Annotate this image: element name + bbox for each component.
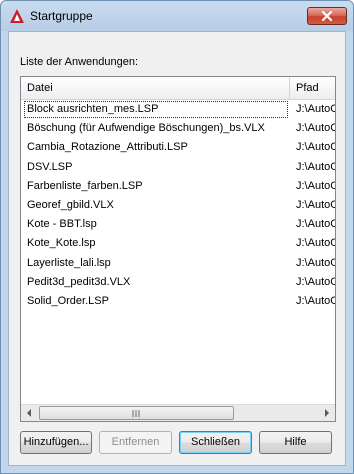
applications-listview[interactable]: Datei Pfad Block ausrichten_mes.LSP J:\A… bbox=[20, 76, 336, 422]
list-item-file: Layerliste_lali.lsp bbox=[27, 256, 111, 269]
list-item-path: J:\AutoC bbox=[296, 198, 335, 211]
column-header-path[interactable]: Pfad bbox=[290, 77, 335, 99]
close-dialog-button[interactable]: Schließen bbox=[179, 431, 252, 454]
list-item-path: J:\AutoC bbox=[296, 141, 335, 154]
list-item-path: J:\AutoC bbox=[296, 275, 335, 288]
list-item[interactable]: Kote_Kote.lsp J:\AutoC bbox=[21, 234, 335, 253]
dialog-body: Liste der Anwendungen: Datei Pfad Block … bbox=[8, 31, 346, 466]
column-header-file[interactable]: Datei bbox=[21, 77, 290, 99]
list-item-path: J:\AutoC bbox=[296, 237, 335, 250]
list-item-path: J:\AutoC bbox=[296, 122, 335, 135]
window-title: Startgruppe bbox=[30, 9, 93, 23]
horizontal-scrollbar[interactable] bbox=[21, 404, 335, 421]
list-item-file: Solid_Order.LSP bbox=[27, 294, 109, 307]
remove-button[interactable]: Entfernen bbox=[99, 431, 172, 454]
list-item[interactable]: Georef_gbild.VLX J:\AutoC bbox=[21, 196, 335, 215]
list-item-file: Böschung (für Aufwendige Böschungen)_bs.… bbox=[27, 122, 265, 135]
list-item[interactable]: Solid_Order.LSP J:\AutoC bbox=[21, 292, 335, 311]
list-item[interactable]: Farbenliste_farben.LSP J:\AutoC bbox=[21, 177, 335, 196]
close-icon bbox=[321, 11, 333, 21]
list-header: Datei Pfad bbox=[21, 77, 335, 100]
list-item-path: J:\AutoC bbox=[296, 179, 335, 192]
list-item-path: J:\AutoC bbox=[296, 218, 335, 231]
list-item[interactable]: DSV.LSP J:\AutoC bbox=[21, 158, 335, 177]
list-item[interactable]: Pedit3d_pedit3d.VLX J:\AutoC bbox=[21, 273, 335, 292]
list-item-file: Georef_gbild.VLX bbox=[27, 198, 114, 211]
list-item[interactable]: Kote - BBT.lsp J:\AutoC bbox=[21, 215, 335, 234]
list-item[interactable]: Layerliste_lali.lsp J:\AutoC bbox=[21, 254, 335, 273]
list-item-path: J:\AutoC bbox=[296, 103, 335, 115]
scroll-right-arrow-icon[interactable] bbox=[318, 405, 335, 421]
list-item-file: Farbenliste_farben.LSP bbox=[27, 179, 143, 192]
scroll-left-arrow-icon[interactable] bbox=[21, 405, 38, 421]
autocad-icon bbox=[10, 9, 24, 23]
help-button[interactable]: Hilfe bbox=[259, 431, 332, 454]
list-item[interactable]: Block ausrichten_mes.LSP J:\AutoC bbox=[21, 100, 335, 119]
list-item-path: J:\AutoC bbox=[296, 256, 335, 269]
list-item-path: J:\AutoC bbox=[296, 160, 335, 173]
list-item-path: J:\AutoC bbox=[296, 294, 335, 307]
list-item-file: Kote_Kote.lsp bbox=[27, 237, 96, 250]
startgruppe-dialog: Startgruppe Liste der Anwendungen: Datei… bbox=[0, 0, 354, 474]
scrollbar-thumb[interactable] bbox=[39, 406, 234, 420]
title-bar[interactable]: Startgruppe bbox=[1, 1, 353, 31]
list-item-file: Pedit3d_pedit3d.VLX bbox=[27, 275, 131, 288]
scrollbar-grip-icon bbox=[132, 410, 140, 417]
add-button[interactable]: Hinzufügen... bbox=[20, 431, 92, 454]
close-button[interactable] bbox=[307, 7, 347, 25]
list-item[interactable]: Cambia_Rotazione_Attributi.LSP J:\AutoC bbox=[21, 138, 335, 157]
list-item[interactable]: Böschung (für Aufwendige Böschungen)_bs.… bbox=[21, 119, 335, 138]
list-item-file: Cambia_Rotazione_Attributi.LSP bbox=[27, 141, 188, 154]
list-item-file: DSV.LSP bbox=[27, 160, 73, 173]
list-item-file: Block ausrichten_mes.LSP bbox=[23, 100, 289, 119]
list-rows: Block ausrichten_mes.LSP J:\AutoC Böschu… bbox=[21, 100, 335, 311]
list-label: Liste der Anwendungen: bbox=[20, 56, 139, 68]
list-item-file: Kote - BBT.lsp bbox=[27, 218, 97, 231]
